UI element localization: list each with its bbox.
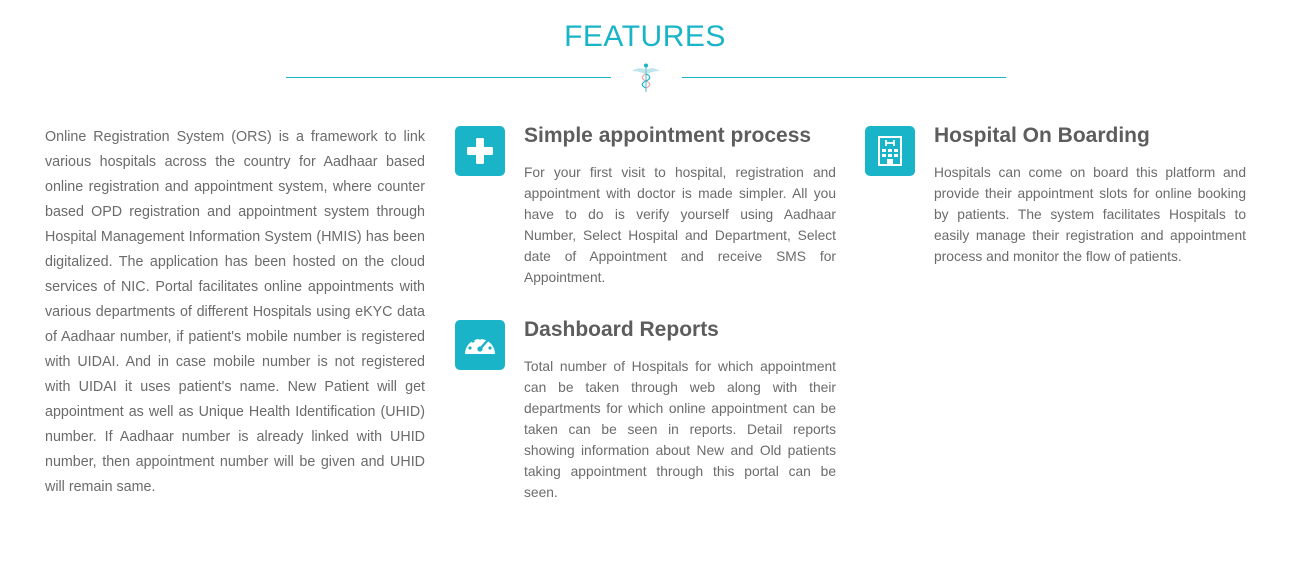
hospital-building-icon [878, 136, 902, 166]
feature-title: Dashboard Reports [524, 318, 719, 341]
title-divider [286, 62, 1006, 94]
feature-title: Simple appointment process [524, 124, 812, 147]
divider-line-right [682, 77, 1006, 78]
feature-title: Hospital On Boarding [934, 124, 1150, 147]
plus-icon [467, 138, 493, 164]
feature-icon-box [455, 320, 505, 370]
feature-icon-box [865, 126, 915, 176]
dashboard-gauge-icon [465, 336, 495, 354]
divider-line-left [286, 77, 611, 78]
feature-description: Hospitals can come on board this platfor… [934, 165, 1246, 264]
intro-paragraph: Online Registration System (ORS) is a fr… [45, 129, 425, 495]
caduceus-icon [632, 63, 660, 92]
features-section: FEATURES Online Registration System (ORS… [0, 0, 1312, 562]
feature-description: Total number of Hospitals for which appo… [524, 359, 836, 500]
feature-icon-box [455, 126, 505, 176]
section-title: FEATURES [564, 20, 726, 53]
feature-description: For your first visit to hospital, regist… [524, 165, 836, 285]
